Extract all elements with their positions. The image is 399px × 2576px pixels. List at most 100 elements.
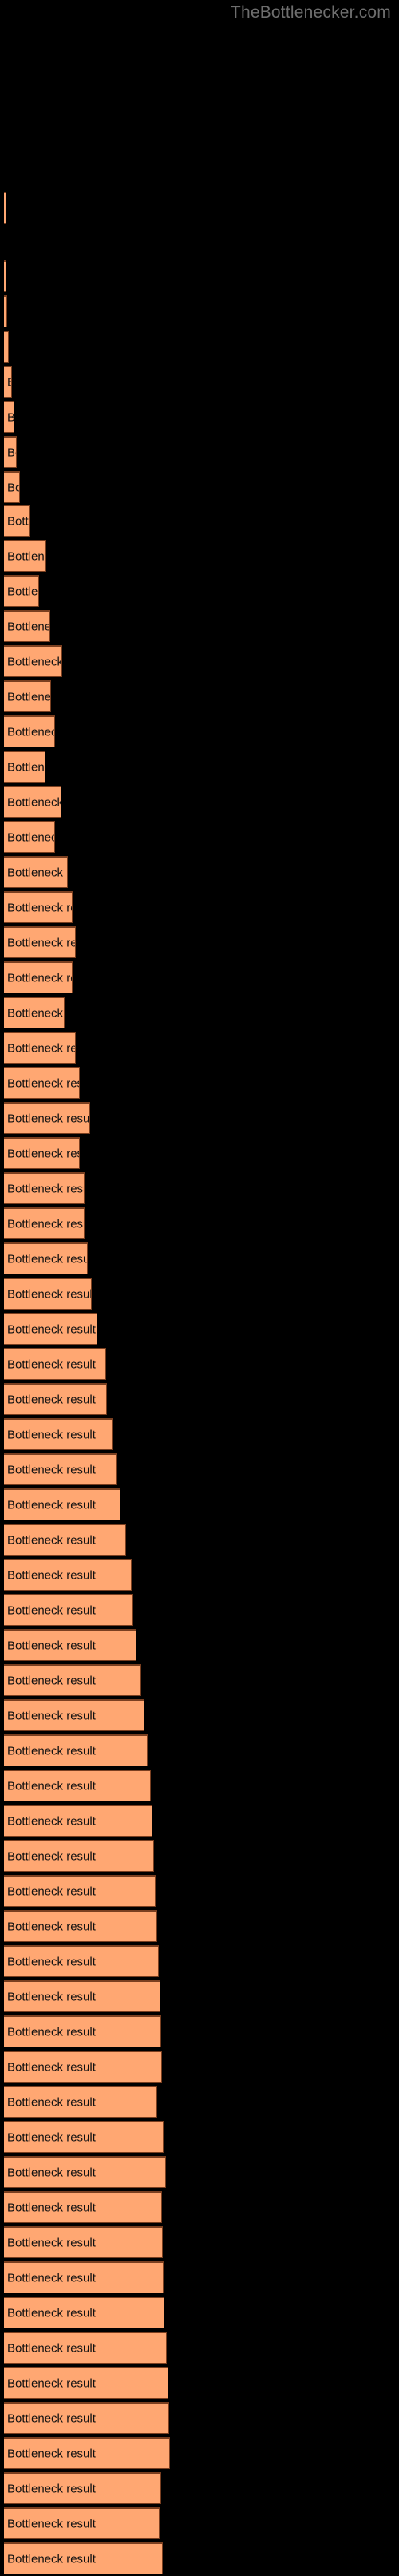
bar-row: Bottleneck result: [0, 608, 399, 644]
bar[interactable]: Bottleneck result: [4, 2367, 168, 2399]
bar[interactable]: Bottleneck result: [4, 2015, 161, 2047]
bar[interactable]: Bottleneck result: [4, 1805, 152, 1837]
bar[interactable]: Bottleneck result: [4, 2086, 157, 2118]
bar-label: Bottleneck result: [7, 2306, 96, 2320]
bar-label: Bottleneck result: [7, 971, 72, 985]
bar[interactable]: Bottleneck result: [4, 1559, 132, 1591]
bar[interactable]: Bottleneck result: [4, 2437, 170, 2469]
bar-row: Bottleneck result: [0, 1873, 399, 1908]
bar-row: Bottleneck result: [0, 2260, 399, 2295]
bar[interactable]: Bottleneck result: [4, 1488, 120, 1520]
bar[interactable]: Bottleneck result: [4, 645, 62, 677]
bar-label: Bottleneck result: [7, 1217, 84, 1231]
bar-label: Bottleneck result: [7, 1814, 96, 1828]
bar-row: Bottleneck result: [0, 1311, 399, 1346]
bar[interactable]: Bottleneck result: [4, 680, 51, 712]
bar[interactable]: Bottleneck result: [4, 2507, 160, 2539]
bar-label: Bottleneck result: [7, 1112, 90, 1125]
bar[interactable]: Bottleneck result: [4, 1664, 141, 1696]
bar[interactable]: Bottleneck result: [4, 1242, 88, 1274]
bar-row: Bottleneck result: [0, 2014, 399, 2049]
bar[interactable]: Bottleneck result: [4, 575, 39, 607]
bar[interactable]: Bottleneck result: [4, 2226, 163, 2258]
bar[interactable]: Bottleneck result: [4, 751, 45, 783]
bar[interactable]: Bottleneck result: [4, 2156, 166, 2188]
bar[interactable]: Bottleneck result: [4, 1278, 92, 1310]
bar-label: Bottleneck result: [7, 795, 61, 809]
bar-label: Bottleneck result: [7, 1533, 96, 1547]
bar-label: Bottleneck result: [7, 1041, 75, 1055]
bar[interactable]: Bottleneck result: [4, 401, 14, 433]
bar[interactable]: Bottleneck result: [4, 540, 46, 572]
bar[interactable]: Bottleneck result: [4, 1945, 159, 1977]
bar[interactable]: Bottleneck result: [4, 1840, 154, 1872]
bar-row: Bottleneck result: [0, 1663, 399, 1698]
bar-label: Bottleneck result: [7, 585, 38, 598]
bar[interactable]: Bottleneck result: [4, 610, 50, 642]
bar[interactable]: Bottleneck result: [4, 856, 68, 888]
bar-label: Bottleneck result: [7, 866, 67, 879]
bar[interactable]: Bottleneck result: [4, 471, 20, 503]
bar[interactable]: Bottleneck result: [4, 1629, 136, 1661]
bar[interactable]: Bottleneck result: [4, 1102, 90, 1134]
bar[interactable]: Bottleneck result: [4, 1313, 97, 1345]
bar[interactable]: Bottleneck result: [4, 715, 55, 747]
bar-row: Bottleneck result: [0, 890, 399, 925]
bar[interactable]: Bottleneck result: [4, 926, 76, 958]
bar-row: Bottleneck result: [0, 1417, 399, 1452]
bar[interactable]: Bottleneck result: [4, 1875, 156, 1907]
bar-row: Bottleneck result: [0, 2471, 399, 2506]
bar-label: Bottleneck result: [7, 620, 49, 633]
bar[interactable]: Bottleneck result: [4, 1524, 126, 1556]
bar[interactable]: Bottleneck result: [4, 2121, 164, 2153]
bar[interactable]: Bottleneck result: [4, 436, 17, 468]
bar-row: Bottleneck result: [0, 1346, 399, 1381]
bar[interactable]: Bottleneck result: [4, 1207, 85, 1239]
bar-label: Bottleneck result: [7, 2376, 96, 2390]
bar[interactable]: Bottleneck result: [4, 961, 73, 993]
bar[interactable]: Bottleneck result: [4, 821, 55, 853]
bar-label: Bottleneck result: [7, 936, 75, 949]
bar[interactable]: Bottleneck result: [4, 295, 7, 327]
bar[interactable]: Bottleneck result: [4, 1172, 85, 1204]
bar[interactable]: Bottleneck result: [4, 366, 12, 398]
bar-label: Bottleneck result: [7, 1779, 96, 1793]
bar[interactable]: Bottleneck result: [4, 1137, 80, 1169]
bar-row: Bottleneck result: [0, 1908, 399, 1944]
bar[interactable]: Bottleneck result: [4, 2402, 169, 2434]
bar[interactable]: Bottleneck result: [4, 2297, 164, 2328]
bar[interactable]: Bottleneck result: [4, 1418, 113, 1450]
bar[interactable]: Bottleneck result: [4, 1067, 80, 1099]
bar[interactable]: Bottleneck result: [4, 997, 65, 1028]
bar[interactable]: Bottleneck result: [4, 786, 61, 818]
bar[interactable]: Bottleneck result: [4, 260, 6, 292]
bar-row: Bottleneck result: [0, 2435, 399, 2471]
bar-row: Bottleneck result: [0, 2084, 399, 2119]
bar-row: Bottleneck result: [0, 1206, 399, 1241]
bar[interactable]: Bottleneck result: [4, 2542, 163, 2574]
bar[interactable]: Bottleneck result: [4, 1770, 151, 1801]
bar[interactable]: Bottleneck result: [4, 2051, 162, 2083]
bar[interactable]: Bottleneck result: [4, 1453, 117, 1485]
bar[interactable]: Bottleneck result: [4, 1348, 106, 1380]
bar[interactable]: Bottleneck result: [4, 1032, 76, 1064]
bar[interactable]: Bottleneck result: [4, 1383, 107, 1415]
bar[interactable]: Bottleneck result: [4, 1594, 133, 1626]
bar-row: Bottleneck result: [0, 854, 399, 890]
bar[interactable]: Bottleneck result: [4, 192, 6, 224]
bar[interactable]: Bottleneck result: [4, 2261, 164, 2293]
bar[interactable]: Bottleneck result: [4, 331, 9, 363]
bar[interactable]: Bottleneck result: [4, 891, 73, 923]
bar[interactable]: Bottleneck result: [4, 1980, 160, 2012]
bar[interactable]: Bottleneck result: [4, 1734, 148, 1766]
bar-row: Bottleneck result: [0, 190, 399, 225]
bar[interactable]: Bottleneck result: [4, 2332, 167, 2364]
bar[interactable]: Bottleneck result: [4, 505, 30, 537]
bar[interactable]: Bottleneck result: [4, 2191, 162, 2223]
bar-row: Bottleneck result: [0, 1698, 399, 1733]
bar[interactable]: Bottleneck result: [4, 1910, 157, 1942]
bar[interactable]: Bottleneck result: [4, 2472, 161, 2504]
bar[interactable]: Bottleneck result: [4, 1699, 144, 1731]
bar-row: Bottleneck result: [0, 1557, 399, 1592]
bar-row: Bottleneck result: [0, 538, 399, 573]
